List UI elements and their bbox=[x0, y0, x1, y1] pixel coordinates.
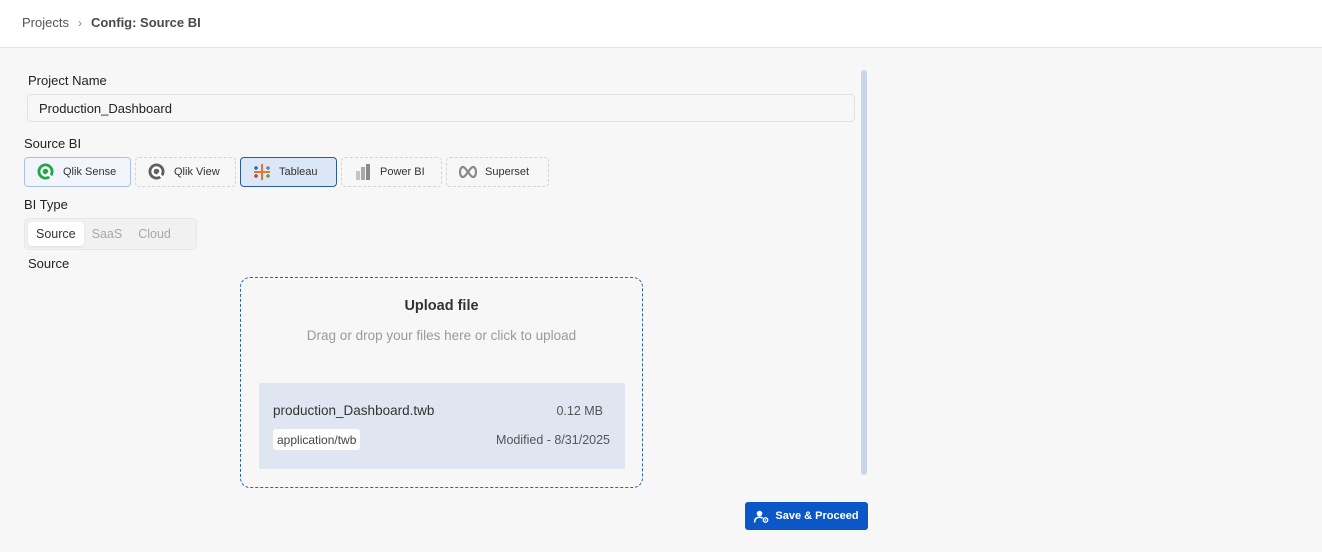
source-bi-option-label: Superset bbox=[485, 166, 530, 178]
upload-subtitle: Drag or drop your files here or click to… bbox=[306, 328, 577, 343]
source-bi-option-label: Qlik Sense bbox=[63, 166, 117, 178]
qlik-sense-icon bbox=[35, 161, 57, 183]
bi-type-label: BI Type bbox=[24, 197, 68, 212]
upload-title: Upload file bbox=[404, 298, 479, 314]
source-bi-option-label: Power BI bbox=[380, 166, 425, 178]
source-label: Source bbox=[28, 256, 70, 271]
source-bi-option-tableau[interactable]: Tableau bbox=[240, 157, 337, 187]
file-modified-date: Modified - 8/31/2025 bbox=[496, 433, 610, 447]
breadcrumb-separator: › bbox=[77, 15, 82, 30]
file-name: production_Dashboard.twb bbox=[273, 403, 435, 418]
superset-icon bbox=[457, 161, 479, 183]
project-name-input[interactable] bbox=[27, 94, 855, 122]
breadcrumb-projects-link[interactable]: Projects bbox=[22, 15, 69, 30]
qlik-view-icon bbox=[146, 161, 168, 183]
file-upload-dropzone[interactable]: Upload file Drag or drop your files here… bbox=[240, 277, 643, 488]
breadcrumb-current: Config: Source BI bbox=[90, 15, 201, 30]
bi-type-option-saas[interactable]: SaaS bbox=[84, 222, 131, 246]
save-button-label: Save & Proceed bbox=[775, 510, 859, 522]
tableau-icon bbox=[251, 161, 273, 183]
source-bi-option-label: Qlik View bbox=[174, 166, 220, 178]
form-scrollbar[interactable] bbox=[861, 70, 867, 475]
source-bi-option-superset[interactable]: Superset bbox=[446, 157, 549, 187]
bi-type-option-cloud[interactable]: Cloud bbox=[130, 222, 179, 246]
bi-type-option-source[interactable]: Source bbox=[28, 222, 84, 246]
source-bi-option-label: Tableau bbox=[279, 166, 318, 178]
source-bi-option-power-bi[interactable]: Power BI bbox=[341, 157, 442, 187]
file-mime-badge: application/twb bbox=[273, 429, 361, 450]
breadcrumb: Projects › Config: Source BI bbox=[22, 15, 201, 30]
top-bar: Projects › Config: Source BI bbox=[0, 0, 1322, 48]
file-size: 0.12 MB bbox=[556, 404, 603, 418]
source-bi-label: Source BI bbox=[24, 136, 82, 151]
save-and-proceed-button[interactable]: Save & Proceed bbox=[745, 502, 868, 530]
uploaded-file-card: production_Dashboard.twb 0.12 MB applica… bbox=[259, 383, 625, 469]
user-settings-icon bbox=[754, 510, 769, 523]
power-bi-icon bbox=[352, 161, 374, 183]
source-bi-option-qlik-view[interactable]: Qlik View bbox=[135, 157, 236, 187]
bi-type-segmented-control: Source SaaS Cloud bbox=[24, 218, 197, 250]
source-bi-option-qlik-sense[interactable]: Qlik Sense bbox=[24, 157, 131, 187]
project-name-label: Project Name bbox=[28, 73, 107, 88]
